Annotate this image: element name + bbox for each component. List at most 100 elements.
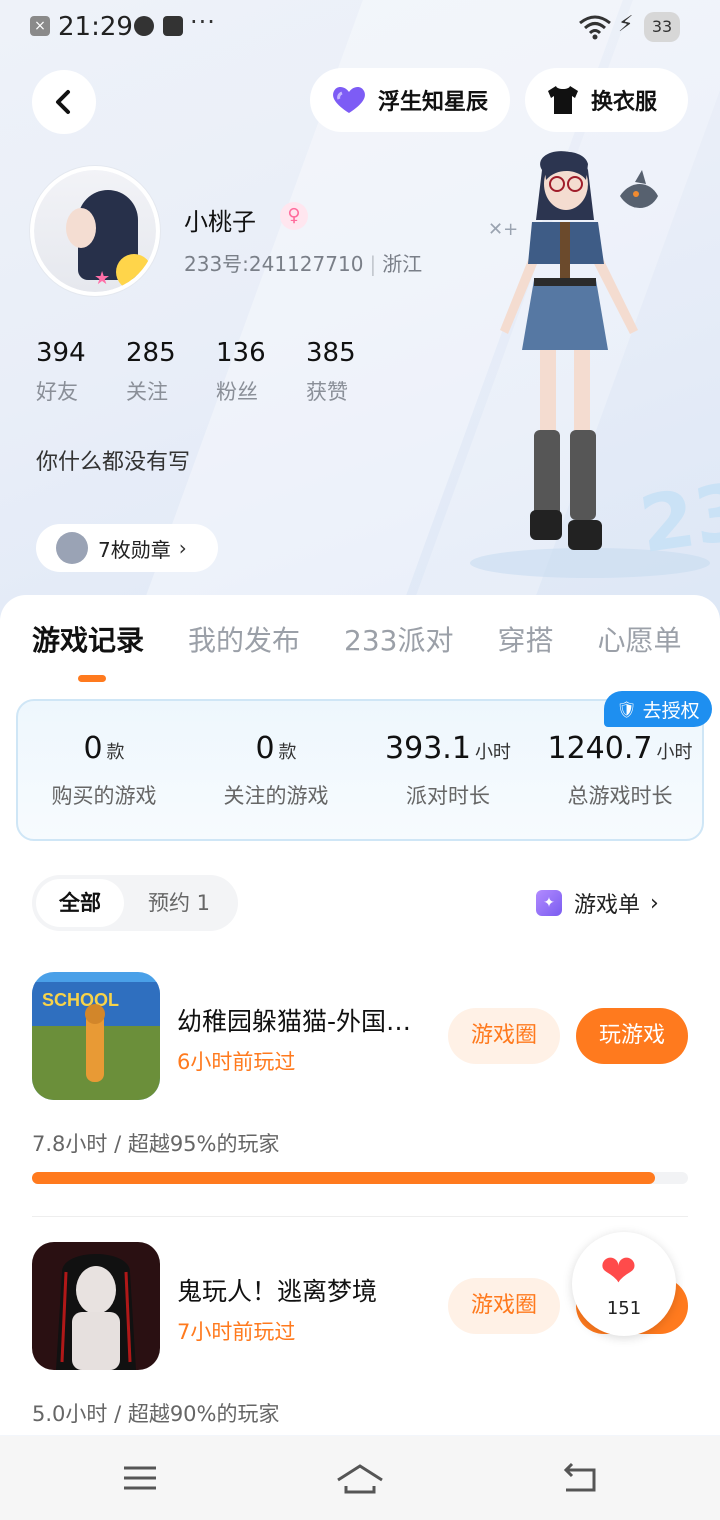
shield-icon: 🛡 (616, 699, 637, 719)
summary-party-time[interactable]: 393.1 小时 派对时长 (362, 731, 534, 810)
divider (32, 1216, 688, 1217)
purple-heart-icon (330, 85, 368, 115)
medal-button[interactable]: 7枚勋章 › (36, 524, 218, 572)
summary-unit: 小时 (656, 742, 693, 763)
like-float-button[interactable]: ❤ 151 (572, 1232, 676, 1336)
stat-label: 获赞 (306, 380, 348, 404)
username: 小桃子 (184, 208, 256, 236)
home-icon[interactable] (336, 1460, 384, 1496)
summary-value: 393.1 (385, 731, 471, 766)
stat-label: 好友 (36, 380, 78, 404)
authorize-label: 去授权 (642, 699, 700, 722)
summary-value: 0 (255, 731, 275, 766)
tshirt-icon (545, 84, 581, 116)
svg-text:✕+: ✕+ (488, 219, 518, 240)
summary-label: 总游戏时长 (567, 784, 673, 808)
game-thumbnail[interactable] (32, 1242, 160, 1370)
tab-my-posts[interactable]: 我的发布 (188, 619, 300, 659)
medal-label: 7枚勋章 (98, 537, 171, 562)
game-last-played: 6小时前玩过 (177, 1050, 296, 1074)
game-circle-button[interactable]: 游戏圈 (448, 1278, 560, 1334)
stat-value: 394 (36, 338, 86, 368)
game-list-label: 游戏单 (574, 893, 641, 918)
clock: 21:29 (58, 12, 133, 42)
svg-text:SCHOOL: SCHOOL (42, 990, 119, 1010)
system-nav-bar (0, 1436, 720, 1520)
avatar[interactable]: ★ (30, 166, 160, 296)
stat-label: 粉丝 (216, 380, 258, 404)
stat-following[interactable]: 285 关注 (126, 338, 216, 406)
game-list-link[interactable]: ✦ 游戏单 › (536, 887, 659, 919)
notification-icon: × (30, 16, 50, 36)
stat-value: 285 (126, 338, 176, 368)
mail-icon (163, 16, 183, 36)
summary-total-time[interactable]: 1240.7 小时 总游戏时长 (534, 731, 706, 810)
filter-reserved[interactable]: 预约 1 (148, 875, 210, 931)
menu-icon[interactable] (120, 1460, 160, 1496)
playtime-label: 5.0小时 / 超越90%的玩家 (32, 1402, 280, 1426)
star-button-label: 浮生知星辰 (378, 90, 489, 115)
summary-value: 0 (83, 731, 103, 766)
back-nav-icon[interactable] (560, 1460, 600, 1496)
app-notification-icon (134, 16, 154, 36)
charging-icon: ⚡ (618, 12, 634, 37)
star-button[interactable]: 浮生知星辰 (310, 68, 510, 132)
more-notifications-icon: ··· (190, 8, 216, 36)
profile-stats: 394 好友 285 关注 136 粉丝 385 获赞 (36, 338, 396, 406)
authorize-button[interactable]: 🛡 去授权 (604, 691, 712, 727)
tab-233-party[interactable]: 233派对 (344, 619, 453, 659)
game-record-item[interactable]: SCHOOL 幼稚园躲猫猫-外国… 6小时前玩过 游戏圈 玩游戏 (32, 972, 688, 1102)
chevron-right-icon: › (650, 890, 659, 916)
game-thumbnail[interactable]: SCHOOL (32, 972, 160, 1100)
summary-label: 派对时长 (406, 784, 490, 808)
stat-value: 136 (216, 338, 266, 368)
change-outfit-label: 换衣服 (591, 90, 658, 115)
female-icon: ♀ (280, 202, 308, 230)
playtime-label: 7.8小时 / 超越95%的玩家 (32, 1132, 280, 1156)
summary-value: 1240.7 (547, 731, 653, 766)
game-title: 幼稚园躲猫猫-外国… (177, 1007, 412, 1036)
like-count: 151 (606, 1298, 642, 1319)
tab-wishlist[interactable]: 心愿单 (598, 619, 682, 659)
heart-icon: ❤ (600, 1246, 637, 1297)
change-outfit-button[interactable]: 换衣服 (525, 68, 688, 132)
user-id: 233号:241127710 | 浙江 (184, 252, 423, 276)
summary-unit: 款 (278, 742, 297, 763)
play-game-button[interactable]: 玩游戏 (576, 1008, 688, 1064)
emoji-badge-icon (116, 254, 152, 290)
active-tab-indicator (78, 675, 106, 682)
summary-unit: 款 (106, 742, 125, 763)
medal-icon (56, 532, 88, 564)
stat-value: 385 (306, 338, 356, 368)
playtime-progress-fill (32, 1172, 656, 1184)
battery-indicator: 33 (644, 12, 680, 42)
profile-tabs: 游戏记录 我的发布 233派对 穿搭 心愿单 (32, 619, 720, 659)
chevron-left-icon (56, 90, 70, 114)
back-button[interactable] (32, 70, 96, 134)
stat-likes[interactable]: 385 获赞 (306, 338, 396, 406)
playtime-progress (32, 1172, 688, 1184)
record-filter: 全部 预约 1 (32, 875, 238, 931)
game-title: 鬼玩人！逃离梦境 (177, 1277, 378, 1306)
stat-label: 关注 (126, 380, 168, 404)
summary-followed[interactable]: 0款 关注的游戏 (190, 731, 362, 810)
3d-character-figure[interactable]: ✕+ (470, 140, 700, 580)
star-decoration-icon: ★ (94, 268, 111, 289)
tab-outfits[interactable]: 穿搭 (497, 619, 553, 659)
stat-followers[interactable]: 136 粉丝 (216, 338, 306, 406)
summary-unit: 小时 (474, 742, 511, 763)
game-circle-button[interactable]: 游戏圈 (448, 1008, 560, 1064)
chevron-right-icon: › (178, 536, 187, 560)
stat-friends[interactable]: 394 好友 (36, 338, 126, 406)
user-region: 浙江 (382, 252, 423, 276)
summary-purchased[interactable]: 0款 购买的游戏 (18, 731, 190, 810)
status-bar: × 21:29 ··· ⚡ 33 (0, 0, 720, 56)
user-id-text: 233号:241127710 (184, 252, 364, 276)
tab-game-records[interactable]: 游戏记录 (32, 619, 144, 659)
game-summary-panel: 0款 购买的游戏 0款 关注的游戏 393.1 小时 派对时长 1240.7 小时 … (16, 699, 704, 841)
summary-label: 关注的游戏 (223, 784, 329, 808)
sparkle-icon: ✦ (536, 890, 562, 916)
filter-all[interactable]: 全部 (36, 879, 124, 927)
wifi-icon (579, 15, 611, 40)
bio: 你什么都没有写 (36, 450, 191, 475)
